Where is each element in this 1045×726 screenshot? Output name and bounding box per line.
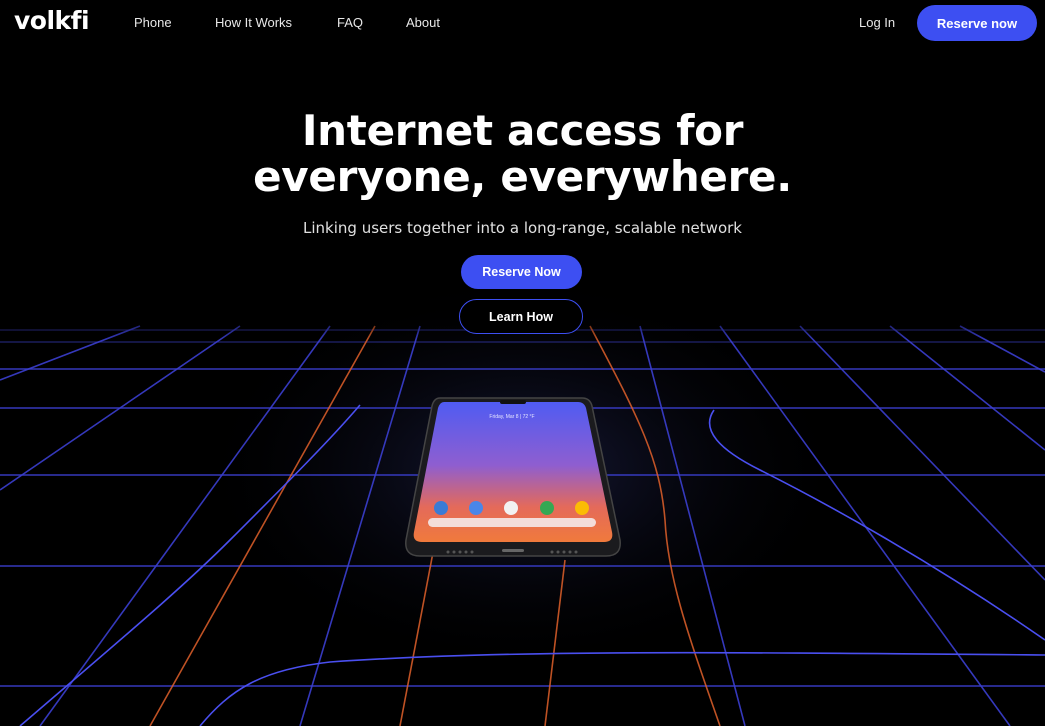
hero-subtitle: Linking users together into a long-range… bbox=[303, 219, 742, 237]
learn-how-button[interactable]: Learn How bbox=[459, 299, 583, 334]
reserve-now-nav-button[interactable]: Reserve now bbox=[917, 5, 1037, 41]
nav-link-how-it-works[interactable]: How It Works bbox=[215, 15, 292, 30]
svg-text:Friday, Mar 8 | 72 °F: Friday, Mar 8 | 72 °F bbox=[489, 414, 534, 420]
login-link[interactable]: Log In bbox=[859, 15, 895, 30]
nav-link-phone[interactable]: Phone bbox=[134, 15, 172, 30]
top-navigation: volkfi Phone How It Works FAQ About Log … bbox=[0, 0, 1045, 46]
logo[interactable]: volkfi bbox=[14, 6, 90, 35]
hero-title: Internet access for everyone, everywhere… bbox=[0, 108, 1045, 200]
hero-title-line-2: everyone, everywhere. bbox=[253, 152, 792, 201]
phone-illustration: Friday, Mar 8 | 72 °F bbox=[405, 397, 621, 557]
hero-title-line-1: Internet access for bbox=[301, 106, 744, 155]
reserve-now-hero-button[interactable]: Reserve Now bbox=[461, 255, 582, 289]
nav-link-about[interactable]: About bbox=[406, 15, 440, 30]
nav-link-faq[interactable]: FAQ bbox=[337, 15, 363, 30]
